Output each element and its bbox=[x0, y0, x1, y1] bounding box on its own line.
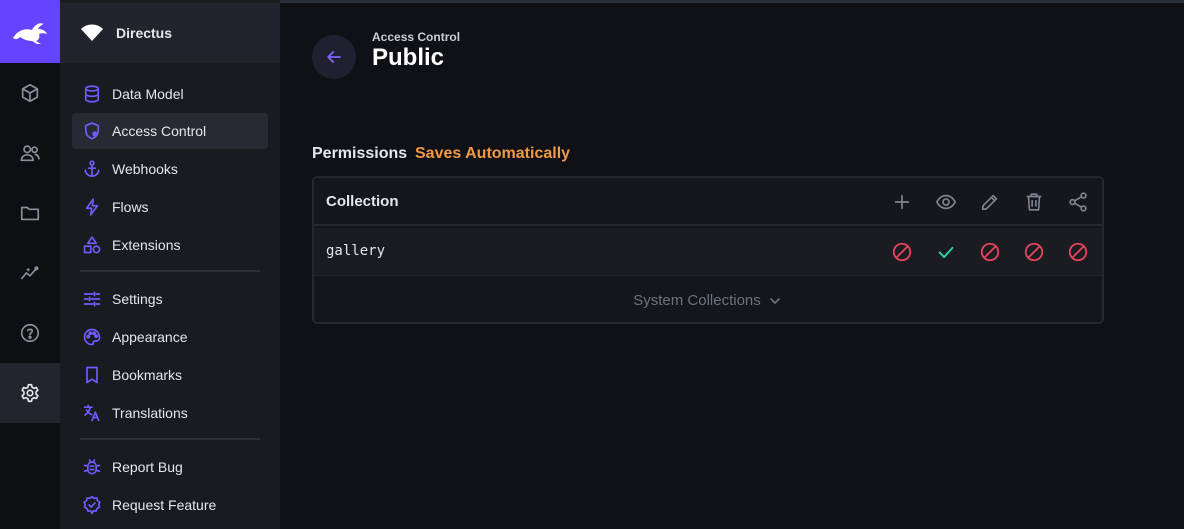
module-users[interactable] bbox=[0, 123, 60, 183]
nav-item-label: Report Bug bbox=[112, 459, 183, 475]
check-icon bbox=[938, 246, 954, 259]
shapes-icon bbox=[83, 236, 101, 254]
nav-item-report-bug[interactable]: Report Bug bbox=[72, 449, 268, 485]
palette-icon bbox=[83, 328, 101, 346]
insights-icon bbox=[20, 266, 39, 280]
nav-item-extensions[interactable]: Extensions bbox=[72, 227, 268, 263]
translate-icon bbox=[83, 404, 100, 422]
no-access-icon bbox=[1024, 242, 1044, 262]
nav-item-request-feature[interactable]: Request Feature bbox=[72, 487, 268, 523]
sliders-icon bbox=[83, 291, 101, 307]
nav-item-label: Settings bbox=[112, 291, 163, 307]
module-files[interactable] bbox=[0, 183, 60, 243]
save-status: Saves Automatically bbox=[415, 145, 571, 162]
eye-icon bbox=[935, 191, 957, 213]
box-icon bbox=[21, 83, 39, 103]
table-row: gallery bbox=[314, 228, 1102, 276]
nav-item-settings[interactable]: Settings bbox=[72, 281, 268, 317]
bug-icon bbox=[83, 459, 101, 475]
no-access-icon bbox=[892, 242, 912, 262]
create-permission-toggle[interactable] bbox=[891, 241, 913, 263]
system-collections-toggle[interactable]: System Collections bbox=[314, 277, 1102, 322]
nav-item-label: Bookmarks bbox=[112, 367, 183, 383]
nav-item-flows[interactable]: Flows bbox=[72, 189, 268, 225]
module-insights[interactable] bbox=[0, 243, 60, 303]
anchor-icon bbox=[84, 160, 100, 177]
rabbit-logo-icon bbox=[13, 22, 47, 44]
shield-icon bbox=[84, 122, 100, 140]
nav-item-label: Access Control bbox=[112, 123, 207, 139]
project-name: Directus bbox=[116, 25, 173, 41]
users-icon bbox=[20, 145, 40, 162]
bolt-icon bbox=[85, 198, 99, 216]
nav-divider bbox=[80, 438, 260, 440]
module-settings[interactable] bbox=[0, 363, 60, 423]
nav-divider bbox=[80, 270, 260, 272]
system-collections-label: System Collections bbox=[633, 292, 761, 309]
verified-icon bbox=[83, 495, 101, 515]
no-access-icon bbox=[1068, 242, 1088, 262]
folder-icon bbox=[20, 206, 40, 221]
nav-item-bookmarks[interactable]: Bookmarks bbox=[72, 357, 268, 393]
trash-icon bbox=[1023, 191, 1045, 213]
no-access-icon bbox=[980, 242, 1000, 262]
nav-item-webhooks[interactable]: Webhooks bbox=[72, 151, 268, 187]
settings-icon bbox=[21, 383, 39, 403]
help-icon bbox=[20, 323, 40, 343]
wifi-icon bbox=[81, 24, 103, 41]
nav-item-label: Webhooks bbox=[112, 161, 178, 177]
nav-item-access-control[interactable]: Access Control bbox=[72, 113, 268, 149]
navigation-panel: Directus Data Model Access Control Webho… bbox=[60, 0, 280, 529]
nav-item-label: Appearance bbox=[112, 329, 188, 345]
share-icon bbox=[1067, 191, 1089, 213]
nav-item-label: Translations bbox=[112, 405, 188, 421]
permissions-label: Permissions bbox=[312, 145, 408, 162]
module-bar bbox=[0, 0, 60, 529]
arrow-left-icon bbox=[327, 51, 341, 63]
table-header: Collection bbox=[314, 178, 1102, 226]
project-header[interactable]: Directus bbox=[60, 3, 280, 63]
app-window: Directus Data Model Access Control Webho… bbox=[0, 0, 1184, 529]
chevron-down-icon bbox=[769, 297, 780, 304]
module-docs[interactable] bbox=[0, 303, 60, 363]
delete-permission-toggle[interactable] bbox=[1023, 241, 1045, 263]
module-content[interactable] bbox=[0, 63, 60, 123]
database-icon bbox=[84, 85, 100, 103]
nav-item-label: Data Model bbox=[112, 86, 184, 102]
nav-item-label: Extensions bbox=[112, 237, 181, 253]
read-permission-toggle[interactable] bbox=[935, 241, 957, 263]
logo-button[interactable] bbox=[0, 0, 60, 63]
page-title: Public bbox=[372, 44, 445, 71]
back-button[interactable] bbox=[312, 35, 356, 79]
create-icon bbox=[891, 191, 913, 213]
update-permission-toggle[interactable] bbox=[979, 241, 1001, 263]
nav-item-appearance[interactable]: Appearance bbox=[72, 319, 268, 355]
nav-item-label: Request Feature bbox=[112, 497, 217, 513]
nav-item-label: Flows bbox=[112, 199, 149, 215]
main-content: Access Control Public Permissions Saves … bbox=[280, 3, 1184, 529]
share-permission-toggle[interactable] bbox=[1067, 241, 1089, 263]
pencil-icon bbox=[979, 191, 1001, 213]
column-header-collection: Collection bbox=[326, 193, 399, 210]
collection-name[interactable]: gallery bbox=[326, 243, 385, 259]
nav-item-translations[interactable]: Translations bbox=[72, 395, 268, 431]
bookmark-icon bbox=[86, 366, 98, 384]
nav-item-data-model[interactable]: Data Model bbox=[72, 76, 268, 112]
breadcrumb[interactable]: Access Control bbox=[372, 30, 460, 44]
permissions-table: Collection gallery System Collections bbox=[312, 176, 1104, 324]
